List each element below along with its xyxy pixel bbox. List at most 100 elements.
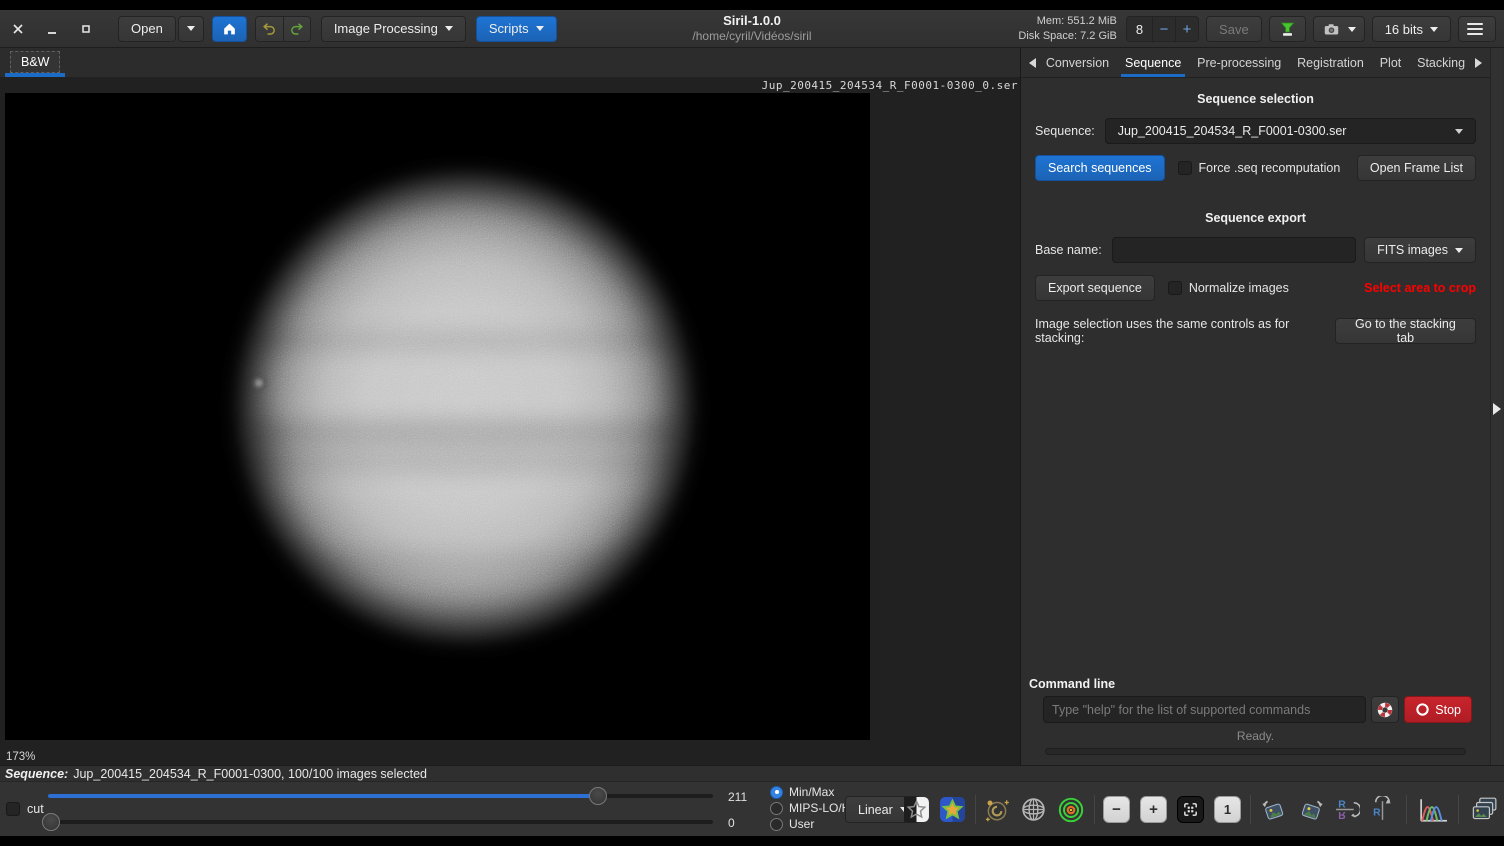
progress-bar — [1045, 748, 1466, 755]
bit-depth-dropdown[interactable]: 16 bits — [1372, 16, 1451, 42]
scripts-button[interactable]: Scripts — [476, 16, 557, 42]
divider — [1250, 795, 1251, 824]
rotate-cw-button[interactable] — [1296, 796, 1326, 823]
tab-pre-processing[interactable]: Pre-processing — [1191, 50, 1287, 76]
screen: Open Image Processing — [0, 0, 1504, 846]
export-format-label: FITS images — [1377, 243, 1448, 257]
status-ready-label: Ready. — [1021, 723, 1490, 746]
zoom-out-button[interactable]: − — [1103, 796, 1130, 823]
redo-button[interactable] — [283, 17, 310, 41]
save-as-button[interactable] — [1269, 16, 1306, 42]
radio-minmax[interactable]: Min/Max — [770, 785, 854, 799]
force-seq-recomputation-checkbox[interactable] — [1178, 161, 1192, 175]
window-title: Siril-1.0.0 /home/cyril/Vidéos/siril — [692, 13, 811, 44]
tab-sequence[interactable]: Sequence — [1119, 50, 1187, 76]
tab-bw-channel[interactable]: B&W — [10, 51, 60, 73]
flip-horizontal-button[interactable]: R R — [1369, 796, 1396, 823]
radio-user-label: User — [789, 817, 814, 831]
plus-icon: + — [1149, 801, 1158, 818]
divider — [1458, 795, 1459, 824]
high-threshold-slider[interactable] — [48, 787, 713, 805]
snapshot-button[interactable] — [1313, 16, 1365, 42]
search-sequences-button[interactable]: Search sequences — [1035, 155, 1165, 181]
window-controls — [10, 21, 94, 37]
memory-usage: Mem: 551.2 MiB — [1018, 14, 1116, 29]
low-threshold-slider[interactable] — [48, 813, 713, 831]
sequence-tab-content: Sequence selection Sequence: Jup_200415_… — [1021, 78, 1490, 675]
undo-button[interactable] — [256, 17, 283, 41]
frame-list-button[interactable] — [1464, 796, 1502, 823]
sequence-status-info: Jup_200415_204534_R_F0001-0300, 100/100 … — [73, 767, 427, 781]
tab-stacking[interactable]: Stacking — [1411, 50, 1471, 76]
tab-conversion[interactable]: Conversion — [1040, 50, 1115, 76]
control-panel: Conversion Sequence Pre-processing Regis… — [1021, 48, 1490, 765]
undo-redo-group — [255, 16, 311, 42]
command-line-heading: Command line — [1021, 675, 1490, 696]
chevron-down-icon — [1455, 248, 1463, 253]
panel-collapse-strip[interactable] — [1490, 48, 1503, 765]
base-name-input[interactable] — [1112, 237, 1356, 263]
threads-decrement-button[interactable]: − — [1152, 17, 1175, 41]
menu-button[interactable] — [1458, 16, 1496, 42]
tabs-scroll-left-icon[interactable] — [1029, 58, 1036, 68]
sequence-row: Sequence: Jup_200415_204534_R_F0001-0300… — [1035, 118, 1476, 144]
open-button[interactable]: Open — [118, 16, 176, 42]
slider-thumb[interactable] — [589, 787, 607, 805]
zoom-one-to-one-button[interactable]: 1 — [1214, 796, 1241, 823]
threads-spinbutton: 8 − + — [1126, 16, 1199, 42]
tabs-scroll-right-icon[interactable] — [1475, 58, 1482, 68]
header-bar: Open Image Processing — [0, 10, 1504, 48]
rotate-ccw-button[interactable] — [1259, 796, 1289, 823]
sequence-label: Sequence: — [1035, 124, 1095, 138]
quick-photometry-button[interactable] — [1056, 796, 1086, 823]
force-seq-recomputation-label: Force .seq recomputation — [1199, 161, 1341, 175]
celestial-grid-button[interactable] — [1020, 796, 1047, 823]
histogram-button[interactable] — [1414, 796, 1452, 823]
negative-view-button[interactable] — [903, 796, 930, 823]
astrometry-annotations-button[interactable] — [982, 796, 1012, 823]
cut-checkbox[interactable] — [6, 802, 20, 816]
minimize-icon[interactable] — [44, 21, 60, 37]
svg-text:R: R — [1338, 809, 1346, 820]
home-button[interactable] — [212, 16, 247, 42]
stop-button[interactable]: Stop — [1404, 696, 1472, 723]
image-processing-button[interactable]: Image Processing — [321, 16, 466, 42]
go-to-stacking-tab-button[interactable]: Go to the stacking tab — [1335, 318, 1476, 344]
radio-user[interactable]: User — [770, 817, 854, 831]
slider-thumb[interactable] — [42, 813, 60, 831]
command-input[interactable] — [1043, 696, 1366, 723]
open-frame-list-button[interactable]: Open Frame List — [1357, 155, 1476, 181]
display-mode-radios: Min/Max MIPS-LO/HI User — [770, 785, 854, 831]
command-help-button[interactable] — [1371, 696, 1399, 723]
threads-increment-button[interactable]: + — [1175, 17, 1198, 41]
undo-icon — [261, 21, 278, 37]
one-to-one-icon: 1 — [1224, 802, 1231, 817]
normalize-images-checkbox[interactable] — [1168, 281, 1182, 295]
open-dropdown-button[interactable] — [178, 16, 204, 42]
flip-vertical-button[interactable]: R R — [1333, 796, 1360, 823]
close-icon[interactable] — [10, 21, 26, 37]
radio-mips-lo-hi[interactable]: MIPS-LO/HI — [770, 801, 854, 815]
tab-registration[interactable]: Registration — [1291, 50, 1370, 76]
image-viewport[interactable]: Jup_200415_204534_R_F0001-0300_0.ser 173… — [0, 78, 1020, 765]
sequence-combobox[interactable]: Jup_200415_204534_R_F0001-0300.ser — [1105, 118, 1476, 144]
stretch-mode-label: Linear — [858, 803, 893, 817]
save-button[interactable]: Save — [1206, 16, 1262, 42]
fit-to-window-button[interactable] — [1177, 796, 1204, 823]
restore-icon[interactable] — [78, 21, 94, 37]
image-canvas[interactable] — [5, 93, 870, 740]
chevron-down-icon — [1430, 27, 1438, 32]
image-filename-overlay: Jup_200415_204534_R_F0001-0300_0.ser — [762, 79, 1018, 92]
zoom-in-button[interactable]: + — [1140, 796, 1167, 823]
tab-plot[interactable]: Plot — [1374, 50, 1408, 76]
chevron-down-icon — [1455, 129, 1463, 134]
false-color-button[interactable] — [939, 796, 966, 823]
save-as-icon — [1278, 20, 1297, 38]
radio-minmax-label: Min/Max — [789, 785, 834, 799]
panel-expand-icon[interactable] — [1493, 403, 1501, 415]
export-format-dropdown[interactable]: FITS images — [1364, 237, 1476, 263]
export-sequence-button[interactable]: Export sequence — [1035, 275, 1155, 301]
high-threshold-value: 211 — [728, 790, 747, 804]
disk-space: Disk Space: 7.2 GiB — [1018, 29, 1116, 44]
threads-value: 8 — [1127, 22, 1152, 37]
